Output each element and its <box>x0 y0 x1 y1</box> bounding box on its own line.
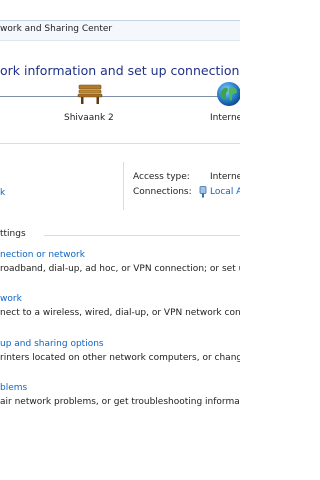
connect-to-network-description: nect to a wireless, wired, dial-up, or V… <box>0 308 240 318</box>
computer-name-label: Shivaank 2 <box>64 113 114 123</box>
settings-divider <box>44 235 240 236</box>
page-title: ork information and set up connections <box>0 63 240 78</box>
homegroup-sharing-options-link[interactable]: up and sharing options <box>0 339 104 349</box>
access-type-value: Interne <box>210 172 240 182</box>
section-divider <box>0 143 240 144</box>
setup-connection-link[interactable]: nection or network <box>0 250 85 260</box>
network-location-bench-icon[interactable] <box>76 83 104 105</box>
internet-label: Interne <box>210 113 240 123</box>
network-map-line <box>0 96 240 97</box>
homegroup-sharing-description: rinters located on other network compute… <box>0 353 240 363</box>
network-adapter-icon <box>199 186 207 198</box>
internet-globe-icon[interactable] <box>216 81 240 107</box>
troubleshoot-problems-description: air network problems, or get troubleshoo… <box>0 397 240 407</box>
connections-label: Connections: <box>133 187 192 197</box>
vertical-divider <box>123 162 124 210</box>
network-name-link[interactable]: k <box>0 188 5 198</box>
local-area-connection-link[interactable]: Local A <box>210 187 240 197</box>
address-bar[interactable]: work and Sharing Center <box>0 20 240 41</box>
breadcrumb[interactable]: work and Sharing Center <box>0 24 112 34</box>
network-sharing-center-window: work and Sharing Center ork information … <box>0 0 240 480</box>
settings-section-header: ttings <box>0 229 26 239</box>
connect-to-network-link[interactable]: work <box>0 294 22 304</box>
access-type-label: Access type: <box>133 172 190 182</box>
setup-connection-description: roadband, dial-up, ad hoc, or VPN connec… <box>0 264 240 274</box>
troubleshoot-problems-link[interactable]: blems <box>0 383 27 393</box>
